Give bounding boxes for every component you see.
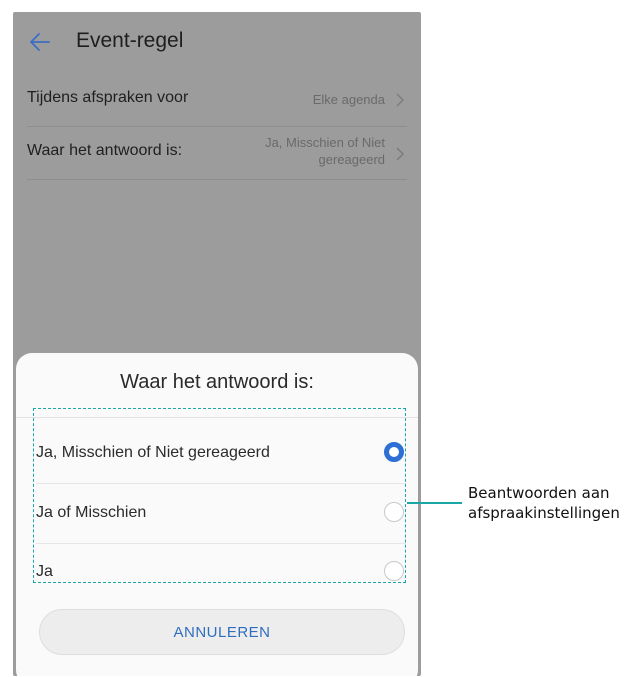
annotation-highlight-box	[33, 408, 406, 583]
setting-row-calendar[interactable]: Tijdens afspraken voor Elke agenda	[27, 74, 407, 127]
chevron-right-icon	[396, 147, 404, 161]
page-title: Event-regel	[76, 29, 184, 52]
setting-label: Tijdens afspraken voor	[27, 89, 189, 106]
chevron-right-icon	[396, 93, 404, 107]
setting-value: Ja, Misschien of Niet gereageerd	[265, 134, 385, 168]
annotation-line: afspraakinstellingen	[468, 504, 620, 522]
app-bar: Event-regel	[13, 12, 421, 72]
setting-value-line: Elke agenda	[312, 92, 385, 107]
annotation-label: Beantwoorden aan afspraakinstellingen	[468, 483, 620, 523]
setting-value: Elke agenda	[313, 91, 385, 108]
arrow-left-icon[interactable]	[29, 31, 51, 53]
setting-value-line: gereageerd	[318, 152, 386, 167]
setting-label: Waar het antwoord is:	[27, 142, 183, 159]
cancel-button[interactable]: ANNULEREN	[39, 609, 405, 655]
setting-row-response[interactable]: Waar het antwoord is: Ja, Misschien of N…	[27, 127, 407, 180]
annotation-callout-line	[407, 502, 462, 504]
setting-value-line: Ja, Misschien of Niet	[265, 135, 385, 150]
dialog-title: Waar het antwoord is:	[120, 371, 314, 393]
annotation-line: Beantwoorden aan	[468, 484, 610, 502]
